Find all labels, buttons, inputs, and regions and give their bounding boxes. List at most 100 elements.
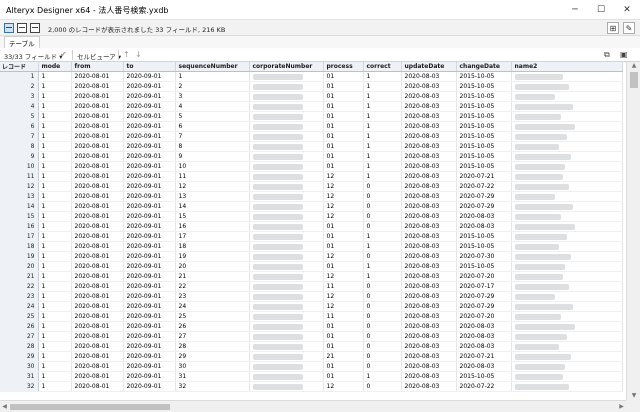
change-date-cell[interactable]: 2020-07-17 bbox=[456, 281, 512, 292]
correct-cell[interactable]: 1 bbox=[363, 111, 402, 122]
change-date-cell[interactable]: 2020-08-03 bbox=[456, 341, 512, 352]
scroll-up-icon[interactable]: ▲ bbox=[627, 62, 640, 70]
column-header-from[interactable]: from bbox=[71, 62, 124, 72]
process-cell[interactable]: 12 bbox=[323, 301, 364, 312]
record-number-cell[interactable]: 25 bbox=[0, 311, 39, 322]
process-cell[interactable]: 01 bbox=[323, 81, 364, 92]
sequence-number-cell[interactable]: 25 bbox=[175, 311, 250, 322]
table-row[interactable]: 2 1 2020-08-01 2020-09-01 2 01 1 2020-08-03 2015… bbox=[0, 81, 623, 92]
update-date-cell[interactable]: 2020-08-03 bbox=[401, 91, 457, 102]
table-row[interactable]: 14 1 2020-08-01 2020-09-01 14 12 0 2020-08-03 20… bbox=[0, 201, 623, 212]
correct-cell[interactable]: 1 bbox=[363, 371, 402, 382]
corporate-number-cell[interactable] bbox=[249, 71, 324, 82]
sequence-number-cell[interactable]: 14 bbox=[175, 201, 250, 212]
corporate-number-cell[interactable] bbox=[249, 351, 324, 362]
correct-cell[interactable]: 1 bbox=[363, 81, 402, 92]
corporate-number-cell[interactable] bbox=[249, 211, 324, 222]
column-header-sequence-number[interactable]: sequenceNumber bbox=[175, 62, 250, 72]
mode-cell[interactable]: 1 bbox=[38, 331, 72, 342]
mode-cell[interactable]: 1 bbox=[38, 131, 72, 142]
record-number-cell[interactable]: 20 bbox=[0, 261, 39, 272]
corporate-number-cell[interactable] bbox=[249, 291, 324, 302]
name2-cell[interactable] bbox=[511, 381, 623, 392]
from-cell[interactable]: 2020-08-01 bbox=[71, 311, 124, 322]
change-date-cell[interactable]: 2015-10-05 bbox=[456, 241, 512, 252]
sequence-number-cell[interactable]: 21 bbox=[175, 271, 250, 282]
mode-cell[interactable]: 1 bbox=[38, 351, 72, 362]
mode-cell[interactable]: 1 bbox=[38, 71, 72, 82]
process-cell[interactable]: 12 bbox=[323, 271, 364, 282]
to-cell[interactable]: 2020-09-01 bbox=[123, 221, 176, 232]
update-date-cell[interactable]: 2020-08-03 bbox=[401, 301, 457, 312]
sequence-number-cell[interactable]: 2 bbox=[175, 81, 250, 92]
update-date-cell[interactable]: 2020-08-03 bbox=[401, 341, 457, 352]
from-cell[interactable]: 2020-08-01 bbox=[71, 221, 124, 232]
corporate-number-cell[interactable] bbox=[249, 201, 324, 212]
corporate-number-cell[interactable] bbox=[249, 311, 324, 322]
mode-cell[interactable]: 1 bbox=[38, 171, 72, 182]
table-row[interactable]: 22 1 2020-08-01 2020-09-01 22 11 0 2020-08-03 20… bbox=[0, 281, 623, 292]
column-header-change-date[interactable]: changeDate bbox=[456, 62, 512, 72]
from-cell[interactable]: 2020-08-01 bbox=[71, 201, 124, 212]
table-row[interactable]: 17 1 2020-08-01 2020-09-01 17 01 1 2020-08-03 20… bbox=[0, 231, 623, 242]
process-cell[interactable]: 01 bbox=[323, 241, 364, 252]
from-cell[interactable]: 2020-08-01 bbox=[71, 151, 124, 162]
corporate-number-cell[interactable] bbox=[249, 231, 324, 242]
to-cell[interactable]: 2020-09-01 bbox=[123, 181, 176, 192]
table-row[interactable]: 15 1 2020-08-01 2020-09-01 15 12 0 2020-08-03 20… bbox=[0, 211, 623, 222]
change-date-cell[interactable]: 2015-10-05 bbox=[456, 151, 512, 162]
sequence-number-cell[interactable]: 11 bbox=[175, 171, 250, 182]
process-cell[interactable]: 01 bbox=[323, 141, 364, 152]
from-cell[interactable]: 2020-08-01 bbox=[71, 131, 124, 142]
sequence-number-cell[interactable]: 5 bbox=[175, 111, 250, 122]
name2-cell[interactable] bbox=[511, 271, 623, 282]
corporate-number-cell[interactable] bbox=[249, 91, 324, 102]
corporate-number-cell[interactable] bbox=[249, 241, 324, 252]
to-cell[interactable]: 2020-09-01 bbox=[123, 71, 176, 82]
sequence-number-cell[interactable]: 12 bbox=[175, 181, 250, 192]
sequence-number-cell[interactable]: 17 bbox=[175, 231, 250, 242]
change-date-cell[interactable]: 2015-10-05 bbox=[456, 81, 512, 92]
update-date-cell[interactable]: 2020-08-03 bbox=[401, 361, 457, 372]
correct-cell[interactable]: 0 bbox=[363, 351, 402, 362]
record-number-cell[interactable]: 26 bbox=[0, 321, 39, 332]
change-date-cell[interactable]: 2015-10-05 bbox=[456, 131, 512, 142]
corporate-number-cell[interactable] bbox=[249, 111, 324, 122]
mode-cell[interactable]: 1 bbox=[38, 191, 72, 202]
change-date-cell[interactable]: 2020-07-20 bbox=[456, 311, 512, 322]
corporate-number-cell[interactable] bbox=[249, 101, 324, 112]
arrow-down-icon[interactable]: ↓ bbox=[135, 50, 142, 59]
table-row[interactable]: 1 1 2020-08-01 2020-09-01 1 01 1 2020-08-03 2015… bbox=[0, 71, 623, 82]
update-date-cell[interactable]: 2020-08-03 bbox=[401, 161, 457, 172]
to-cell[interactable]: 2020-09-01 bbox=[123, 291, 176, 302]
update-date-cell[interactable]: 2020-08-03 bbox=[401, 331, 457, 342]
correct-cell[interactable]: 0 bbox=[363, 331, 402, 342]
column-header-record[interactable]: レコード bbox=[0, 62, 39, 72]
from-cell[interactable]: 2020-08-01 bbox=[71, 81, 124, 92]
change-date-cell[interactable]: 2020-07-22 bbox=[456, 181, 512, 192]
corporate-number-cell[interactable] bbox=[249, 381, 324, 392]
vertical-scroll-thumb[interactable] bbox=[630, 72, 638, 88]
mode-cell[interactable]: 1 bbox=[38, 241, 72, 252]
record-number-cell[interactable]: 4 bbox=[0, 101, 39, 112]
table-row[interactable]: 6 1 2020-08-01 2020-09-01 6 01 1 2020-08-03 2015… bbox=[0, 121, 623, 132]
from-cell[interactable]: 2020-08-01 bbox=[71, 91, 124, 102]
table-row[interactable]: 11 1 2020-08-01 2020-09-01 11 12 1 2020-08-03 20… bbox=[0, 171, 623, 182]
record-number-cell[interactable]: 21 bbox=[0, 271, 39, 282]
record-number-cell[interactable]: 15 bbox=[0, 211, 39, 222]
correct-cell[interactable]: 1 bbox=[363, 271, 402, 282]
update-date-cell[interactable]: 2020-08-03 bbox=[401, 211, 457, 222]
update-date-cell[interactable]: 2020-08-03 bbox=[401, 81, 457, 92]
mode-cell[interactable]: 1 bbox=[38, 261, 72, 272]
mode-cell[interactable]: 1 bbox=[38, 311, 72, 322]
change-date-cell[interactable]: 2020-08-03 bbox=[456, 211, 512, 222]
update-date-cell[interactable]: 2020-08-03 bbox=[401, 241, 457, 252]
correct-cell[interactable]: 1 bbox=[363, 151, 402, 162]
corporate-number-cell[interactable] bbox=[249, 121, 324, 132]
table-row[interactable]: 5 1 2020-08-01 2020-09-01 5 01 1 2020-08-03 2015… bbox=[0, 111, 623, 122]
from-cell[interactable]: 2020-08-01 bbox=[71, 351, 124, 362]
to-cell[interactable]: 2020-09-01 bbox=[123, 371, 176, 382]
to-cell[interactable]: 2020-09-01 bbox=[123, 121, 176, 132]
table-row[interactable]: 32 1 2020-08-01 2020-09-01 32 12 0 2020-08-03 20… bbox=[0, 381, 623, 392]
corporate-number-cell[interactable] bbox=[249, 151, 324, 162]
